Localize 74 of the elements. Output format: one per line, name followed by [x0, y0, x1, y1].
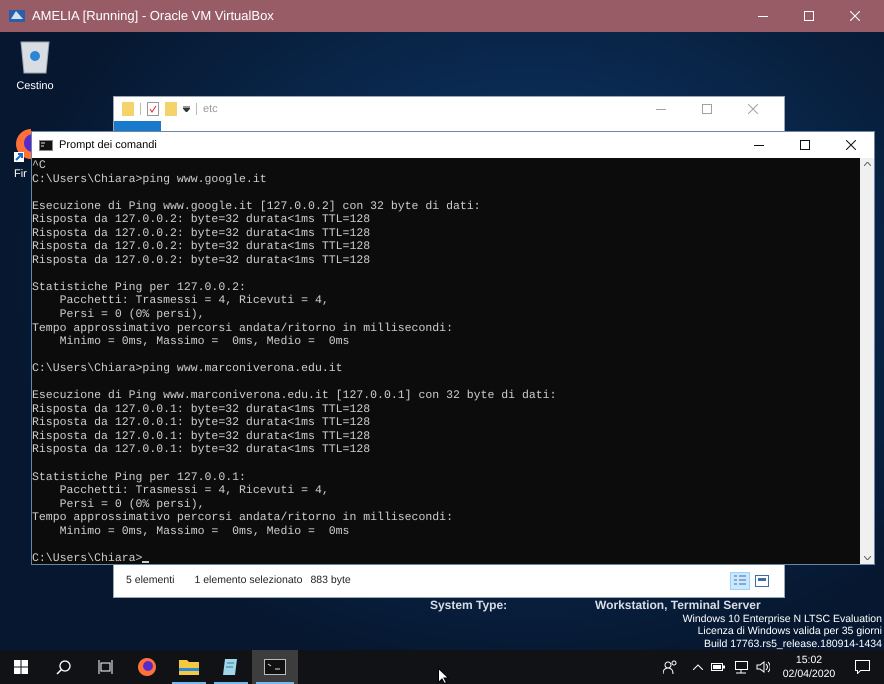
console-line: Risposta da 127.0.0.2: byte=32 durata<1ms TTL=128: [32, 226, 370, 240]
terminal-icon: [39, 140, 53, 150]
console-line: Tempo approssimativo percorsi andata/ritorno in millisecondi:: [32, 511, 453, 525]
console-line: C:\Users\Chiara>: [32, 552, 142, 566]
item-count: 5 elementi: [126, 572, 174, 588]
mouse-cursor-icon: [438, 668, 449, 684]
console-line: Risposta da 127.0.0.2: byte=32 durata<1ms TTL=128: [32, 213, 370, 227]
new-folder-icon: [165, 102, 177, 116]
close-icon: [748, 104, 758, 114]
console-line: C:\Users\Chiara>ping www.marconiverona.edu.it: [32, 362, 343, 376]
minimize-icon: [754, 144, 764, 146]
virtualbox-icon: [8, 7, 26, 25]
text-cursor: [142, 561, 150, 564]
console-line: Esecuzione di Ping www.marconiverona.edu.it [127.0.0.1] con 32 byte di dati:: [32, 389, 556, 403]
license-text: Licenza di Windows valida per 35 giorni: [698, 625, 882, 638]
task-view-icon: [98, 660, 112, 674]
console-line: Minimo = 0ms, Massimo = 0ms, Medio = 0ms: [58, 524, 350, 538]
console-line: Risposta da 127.0.0.1: byte=32 durata<1ms TTL=128: [32, 443, 370, 458]
minimize-icon: [656, 108, 666, 110]
maximize-icon: [800, 140, 810, 150]
folder-icon: [122, 102, 134, 116]
console-line: ^C: [32, 159, 46, 173]
console-line: Risposta da 127.0.0.1: byte=32 durata<1ms TTL=128: [32, 402, 370, 416]
details-view-icon: [733, 574, 747, 586]
console-line: Risposta da 127.0.0.1: byte=32 durata<1ms TTL=128: [32, 430, 370, 444]
taskbar-app[interactable]: [252, 650, 298, 684]
explorer-title: etc: [203, 102, 218, 117]
volume-icon[interactable]: [756, 661, 770, 673]
maximize-icon: [804, 11, 814, 21]
clock[interactable]: 15:02 02/04/2020: [778, 653, 840, 681]
desktop-icon-label: Cestino: [16, 79, 54, 94]
terminal-icon: [264, 659, 286, 675]
selection-info: 1 elemento selezionato: [194, 572, 302, 588]
scrollbar[interactable]: [860, 158, 874, 564]
scroll-down-icon: [864, 556, 870, 560]
console-line: Risposta da 127.0.0.1: byte=32 durata<1ms TTL=128: [32, 416, 370, 430]
message-icon: [854, 660, 870, 674]
license-text: Build 17763.rs5_release.180914-1434: [704, 638, 882, 650]
console-line: Statistiche Ping per 127.0.0.1:: [32, 470, 246, 484]
system-info-label: System Type:: [430, 599, 508, 612]
firefox-icon: [137, 657, 157, 677]
license-text: Windows 10 Enterprise N LTSC Evaluation: [682, 613, 882, 626]
network-icon[interactable]: [733, 660, 748, 674]
console-line: Esecuzione di Ping www.google.it [127.0.0.2] con 32 byte di dati:: [32, 200, 481, 214]
tiles-view-icon: [755, 574, 769, 586]
battery-icon[interactable]: [711, 662, 725, 672]
folder-icon: [178, 658, 200, 676]
console-line: Pacchetti: Trasmessi = 4, Ricevuti = 4,: [58, 484, 329, 498]
console-line: Tempo approssimativo percorsi andata/ritorno in millisecondi:: [32, 322, 453, 336]
console-line: Minimo = 0ms, Massimo = 0ms, Medio = 0ms: [58, 335, 350, 349]
maximize-icon: [702, 104, 712, 114]
dropdown-icon: [183, 106, 190, 112]
search-icon: [56, 660, 70, 674]
desktop-icon-label: Fir: [14, 167, 27, 182]
details-view-button[interactable]: [730, 572, 750, 590]
selection-size: 883 byte: [310, 572, 351, 588]
close-icon: [846, 140, 856, 150]
windows-logo-icon: [14, 660, 28, 674]
desktop-icon[interactable]: Cestino: [8, 38, 62, 94]
scroll-up-icon: [864, 162, 870, 166]
window-title: AMELIA [Running] - Oracle VM VirtualBox: [32, 7, 274, 26]
console-line: Pacchetti: Trasmessi = 4, Ricevuti = 4,: [58, 294, 329, 308]
console-line: Persi = 0 (0% persi),: [58, 308, 205, 322]
console-line: C:\Users\Chiara>ping www.google.it: [32, 172, 267, 186]
close-icon: [850, 11, 860, 21]
system-info-value: Workstation, Terminal Server: [595, 599, 761, 612]
console-line: Statistiche Ping per 127.0.0.2:: [32, 280, 246, 294]
console-line: Persi = 0 (0% persi),: [58, 498, 205, 512]
console-line: Risposta da 127.0.0.2: byte=32 durata<1ms TTL=128: [32, 254, 370, 268]
window-title: Prompt dei comandi: [59, 138, 157, 153]
chevron-up-icon[interactable]: [693, 664, 703, 670]
console-line: Risposta da 127.0.0.2: byte=32 durata<1ms TTL=128: [32, 240, 370, 254]
people-icon[interactable]: [663, 660, 677, 674]
properties-icon: [147, 102, 159, 116]
